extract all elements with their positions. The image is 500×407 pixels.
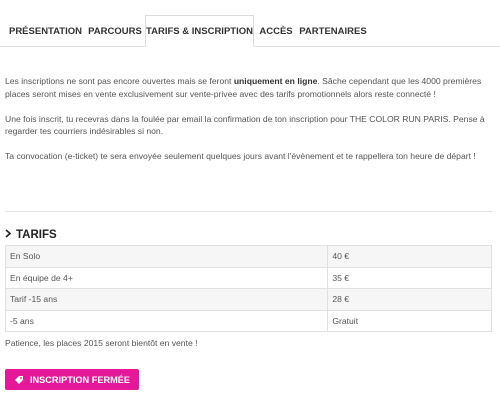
price-label: En Solo: [4, 245, 329, 268]
table-row: En équipe de 4+ 35 €: [4, 266, 492, 289]
page: PRÉSENTATION PARCOURS TARIFS & INSCRIPTI…: [0, 0, 500, 407]
intro-text: Les inscriptions ne sont pas encore ouve…: [5, 75, 492, 175]
patience-note: Patience, les places 2015 seront bientôt…: [5, 338, 198, 348]
tab-partenaires[interactable]: PARTENAIRES: [298, 16, 368, 47]
price-label: Tarif -15 ans: [4, 288, 329, 311]
price-value: 28 €: [327, 288, 492, 311]
intro-paragraph-3: Ta convocation (e-ticket) te sera envoyé…: [5, 151, 476, 162]
tab-tarifs-inscription[interactable]: TARIFS & INSCRIPTION: [145, 15, 254, 47]
inscription-fermee-button[interactable]: INSCRIPTION FERMÉE: [5, 369, 139, 390]
price-value: 35 €: [327, 266, 492, 289]
inscription-button-label: INSCRIPTION FERMÉE: [29, 374, 131, 385]
intro-p1-before: Les inscriptions ne sont pas encore ouve…: [5, 76, 234, 86]
intro-paragraph-2: Une fois inscrit, tu recevras dans la fo…: [5, 113, 485, 137]
tag-icon-svg: [14, 375, 23, 384]
tab-presentation[interactable]: PRÉSENTATION: [8, 16, 83, 47]
intro-paragraph-1: Les inscriptions ne sont pas encore ouve…: [5, 75, 492, 100]
intro-p1-emphasis: uniquement en ligne: [233, 76, 318, 86]
price-label: -5 ans: [4, 309, 329, 332]
table-row: -5 ans Gratuit: [4, 309, 492, 332]
chevron-right-icon-svg: [5, 229, 12, 238]
tag-icon: [14, 375, 24, 385]
table-row: Tarif -15 ans 28 €: [4, 288, 492, 311]
tab-parcours[interactable]: PARCOURS: [85, 16, 145, 47]
chevron-right-icon: [4, 229, 14, 241]
price-table: En Solo 40 € En équipe de 4+ 35 € Tarif …: [4, 245, 492, 332]
price-label: En équipe de 4+: [4, 266, 329, 289]
tarifs-heading: TARIFS: [4, 229, 57, 241]
section-divider: [5, 211, 492, 212]
tarifs-heading-label: TARIFS: [16, 229, 57, 241]
price-value: Gratuit: [327, 309, 492, 332]
tab-bar: PRÉSENTATION PARCOURS TARIFS & INSCRIPTI…: [0, 15, 500, 47]
tab-acces[interactable]: ACCÈS: [256, 16, 296, 47]
price-value: 40 €: [327, 245, 492, 268]
table-row: En Solo 40 €: [4, 245, 492, 268]
